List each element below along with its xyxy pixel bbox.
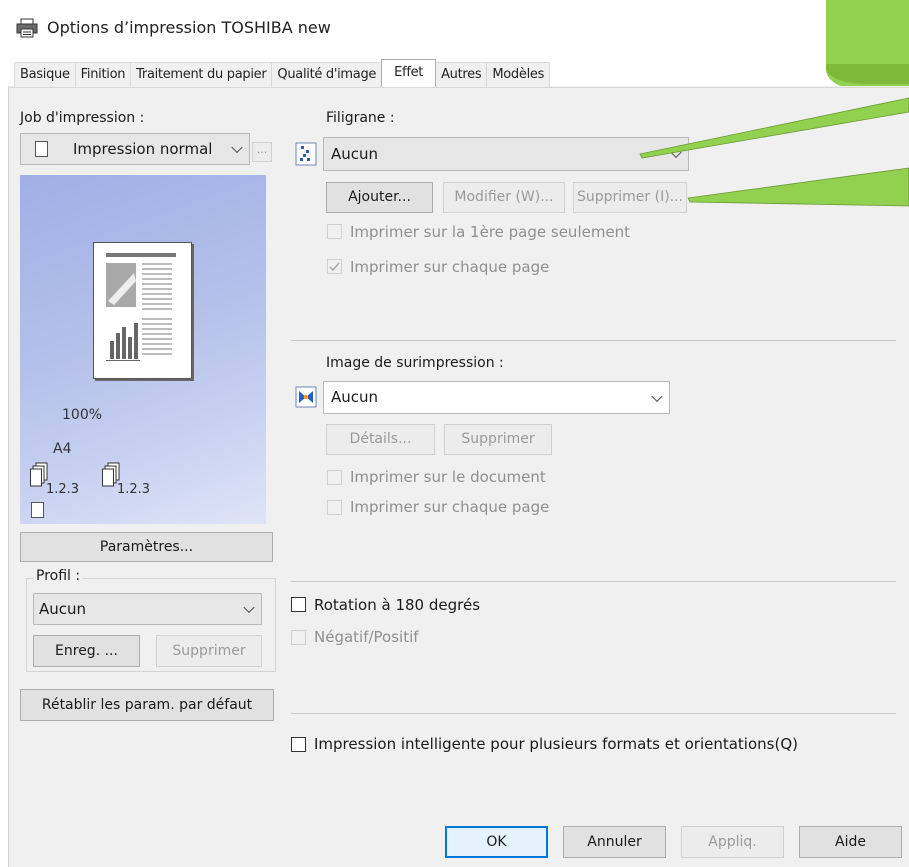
annotation-arrows	[639, 97, 909, 207]
annotation-arrow	[687, 167, 909, 207]
annotation-arrow	[639, 97, 909, 159]
tab-effet[interactable]: Effet	[381, 59, 437, 87]
